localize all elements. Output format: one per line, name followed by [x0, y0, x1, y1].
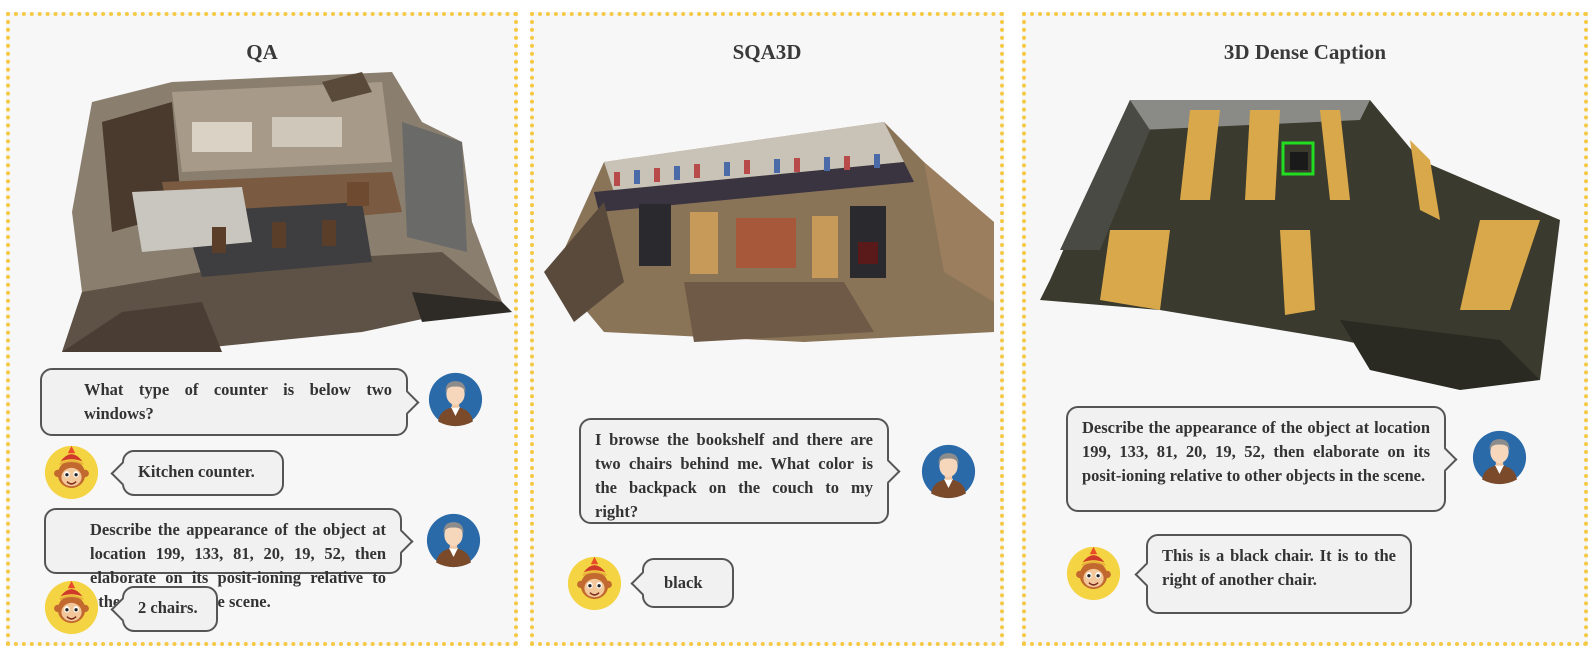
bubble-tail	[1433, 447, 1458, 472]
panel-title: 3D Dense Caption	[1223, 40, 1387, 64]
assistant-answer-bubble: black	[630, 558, 734, 608]
monkey-assistant-icon	[44, 445, 99, 500]
message-text: I browse the bookshelf and there are two…	[595, 430, 873, 521]
message-text: Describe the appearance of the object at…	[1082, 418, 1430, 485]
library-3d-scene-image	[544, 122, 994, 342]
user-question-bubble: I browse the bookshelf and there are two…	[579, 418, 901, 524]
classroom-3d-scene-image	[1040, 100, 1560, 390]
bubble-tail	[876, 459, 901, 484]
message-text: Kitchen counter.	[138, 462, 255, 481]
user-avatar-icon	[921, 444, 976, 499]
user-avatar-icon	[428, 372, 483, 427]
bubble-tail	[630, 571, 655, 596]
message-text: 2 chairs.	[138, 598, 198, 617]
sqa3d-panel: SQA3D I browse the bookshelf and there a…	[530, 12, 1004, 646]
user-question-bubble: What type of counter is below two window…	[40, 368, 420, 436]
monkey-assistant-icon	[567, 556, 622, 611]
message-text: What type of counter is below two window…	[84, 380, 392, 423]
dense-caption-panel: 3D Dense Caption Describe the appearance…	[1022, 12, 1588, 646]
user-question-bubble: Describe the appearance of the object at…	[44, 508, 414, 611]
bubble-tail	[395, 390, 420, 415]
bubble-tail	[110, 461, 135, 486]
kitchen-3d-scene-image	[62, 72, 512, 352]
assistant-answer-bubble: This is a black chair. It is to the righ…	[1134, 534, 1412, 614]
qa-panel: QA What type of counter is below two win…	[6, 12, 518, 646]
monkey-assistant-icon	[1066, 546, 1121, 601]
monkey-assistant-icon	[44, 580, 99, 635]
user-avatar-icon	[1472, 430, 1527, 485]
bubble-tail	[389, 529, 414, 554]
assistant-answer-bubble: 2 chairs.	[110, 586, 218, 632]
user-question-bubble: Describe the appearance of the object at…	[1066, 406, 1458, 512]
assistant-answer-bubble: Kitchen counter.	[110, 450, 284, 496]
message-text: black	[664, 573, 703, 592]
user-avatar-icon	[426, 513, 481, 568]
bubble-tail	[1134, 562, 1159, 587]
message-text: This is a black chair. It is to the righ…	[1162, 546, 1396, 589]
panel-title: SQA3D	[732, 40, 802, 64]
